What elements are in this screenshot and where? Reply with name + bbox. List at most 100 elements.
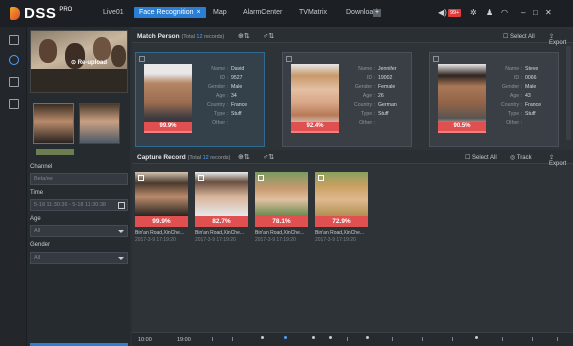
country-value: German <box>378 102 397 108</box>
id-value: 9527 <box>231 75 243 81</box>
database-icon[interactable] <box>9 77 19 87</box>
capture-sort-icon[interactable]: ⊕⇅ <box>238 153 250 161</box>
match-card[interactable]: 99.9% Name : David ID :9527 Gender : Male … <box>135 52 265 147</box>
face-thumb-3[interactable] <box>36 149 74 155</box>
track-button[interactable]: ◎ Track <box>510 154 532 161</box>
close-icon[interactable]: ✕ <box>545 8 552 17</box>
gender-sort-icon[interactable]: ♂⇅ <box>263 32 274 40</box>
reupload-button[interactable]: ⊙ Re-upload <box>71 59 107 66</box>
time-field[interactable]: 5-18 11:30:36 - 5-18 11:30:38 <box>30 199 128 211</box>
age-key: Age : <box>215 93 228 99</box>
main-content: Match Person (Total 12 records) ⊕⇅ ♂⇅ ☐ … <box>132 27 573 346</box>
add-tab-button[interactable]: + <box>373 9 381 17</box>
timeline-marker[interactable] <box>366 336 369 339</box>
match-scrollbar[interactable] <box>566 46 571 140</box>
timeline-tick <box>557 337 558 341</box>
match-checkbox[interactable] <box>139 56 145 62</box>
capture-card[interactable]: 99.9% <box>135 172 188 227</box>
match-name-row: Name : Steve <box>488 66 538 72</box>
tab-live[interactable]: Live01 <box>103 9 124 16</box>
calendar-icon[interactable] <box>118 202 125 209</box>
match-sort-icon[interactable]: ⊕⇅ <box>238 32 250 40</box>
age-select[interactable]: All <box>30 225 128 237</box>
alarm-count-badge[interactable]: 99+ <box>448 9 462 17</box>
chevron-down-icon <box>118 257 124 260</box>
match-type-row: Type : Stuff <box>341 111 389 117</box>
timeline-marker[interactable] <box>261 336 264 339</box>
capture-card[interactable]: 72.9% <box>315 172 368 227</box>
face-thumb-1[interactable] <box>33 103 74 144</box>
capture-select-all[interactable]: ☐ Select All <box>465 154 497 161</box>
resize-icon[interactable] <box>9 35 19 45</box>
tab-map[interactable]: Map <box>213 9 227 16</box>
capture-total: (Total 12 records) <box>188 155 231 161</box>
settings-icon[interactable]: ✲ <box>470 8 477 17</box>
match-photo <box>291 64 339 128</box>
channel-value: Beta/ee <box>34 176 53 182</box>
user-icon[interactable]: ♟ <box>486 8 493 17</box>
tab-tvmatrix[interactable]: TVMatrix <box>299 9 327 16</box>
capture-checkbox[interactable] <box>138 175 144 181</box>
minimize-icon[interactable]: – <box>521 8 525 17</box>
timeline-marker-current[interactable] <box>284 336 287 339</box>
capture-card[interactable]: 82.7% <box>195 172 248 227</box>
match-age-row: Age :43 <box>488 93 531 99</box>
match-score: 99.9% <box>144 122 192 131</box>
name-key: Name : <box>505 66 522 72</box>
other-key: Other : <box>359 120 375 126</box>
gender-key: Gender : <box>207 84 228 90</box>
capture-total-prefix: (Total <box>187 155 203 161</box>
gender-value: Male <box>231 84 243 90</box>
match-checkbox[interactable] <box>433 56 439 62</box>
alarm-sound-icon[interactable]: ◀) <box>438 8 447 17</box>
type-value: Stuff <box>231 111 242 117</box>
match-country-row: Country : German <box>341 102 397 108</box>
gender-value: All <box>34 255 41 261</box>
app-edition: PRO <box>59 6 73 13</box>
report-icon[interactable] <box>9 99 19 109</box>
match-checkbox[interactable] <box>286 56 292 62</box>
match-card[interactable]: 92.4% Name : Jennifer ID :19002 Gender :F… <box>282 52 412 147</box>
match-gender-row: Gender : Male <box>194 84 242 90</box>
face-search-icon[interactable] <box>9 55 19 65</box>
timeline-marker[interactable] <box>329 336 332 339</box>
tab-face-recognition[interactable]: Face Recognition × <box>134 7 206 18</box>
timeline-bar[interactable]: 10:00 19:00 <box>132 332 573 346</box>
left-rail <box>0 27 27 346</box>
match-id-row: ID :9527 <box>194 75 243 81</box>
timeline-marker[interactable] <box>475 336 478 339</box>
timeline-marker[interactable] <box>312 336 315 339</box>
match-gender-row: Gender : Female <box>341 84 396 90</box>
age-key: Age : <box>509 93 522 99</box>
capture-export-button[interactable]: ⇪ Export <box>549 154 573 167</box>
tab-alarm-center[interactable]: AlarmCenter <box>243 9 282 16</box>
type-value: Stuff <box>378 111 389 117</box>
match-select-all[interactable]: ☐ Select All <box>503 33 535 40</box>
match-card[interactable]: 90.5% Name : Steve ID :0066 Gender : Male … <box>429 52 559 147</box>
search-panel: ⊙ Re-upload Channel Beta/ee Time 5-18 11… <box>27 27 130 346</box>
capture-card[interactable]: 78.1% <box>255 172 308 227</box>
reupload-label: Re-upload <box>77 60 108 66</box>
maximize-icon[interactable]: □ <box>533 8 538 17</box>
face-thumb-2[interactable] <box>79 103 120 144</box>
match-export-button[interactable]: ⇪ Export <box>549 33 573 46</box>
country-key: Country : <box>353 102 375 108</box>
capture-title-text: Capture Record <box>137 154 186 161</box>
uploaded-photo[interactable]: ⊙ Re-upload <box>30 30 128 93</box>
match-other-row: Other : <box>194 120 231 126</box>
capture-checkbox[interactable] <box>318 175 324 181</box>
name-value: Steve <box>525 66 539 72</box>
capture-score: 78.1% <box>255 216 308 227</box>
capture-gender-sort-icon[interactable]: ♂⇅ <box>263 153 274 161</box>
match-person-title: Match Person (Total 12 records) <box>137 33 224 40</box>
match-score-bar <box>438 131 486 133</box>
gender-select[interactable]: All <box>30 252 128 264</box>
close-tab-icon[interactable]: × <box>196 9 200 16</box>
capture-checkbox[interactable] <box>258 175 264 181</box>
channel-field[interactable]: Beta/ee <box>30 173 128 185</box>
capture-checkbox[interactable] <box>198 175 204 181</box>
gender-label: Gender <box>30 242 51 248</box>
app-logo: DSS PRO <box>10 5 72 22</box>
dashboard-icon[interactable]: ◠ <box>501 8 508 17</box>
timeline-tick <box>532 337 533 341</box>
